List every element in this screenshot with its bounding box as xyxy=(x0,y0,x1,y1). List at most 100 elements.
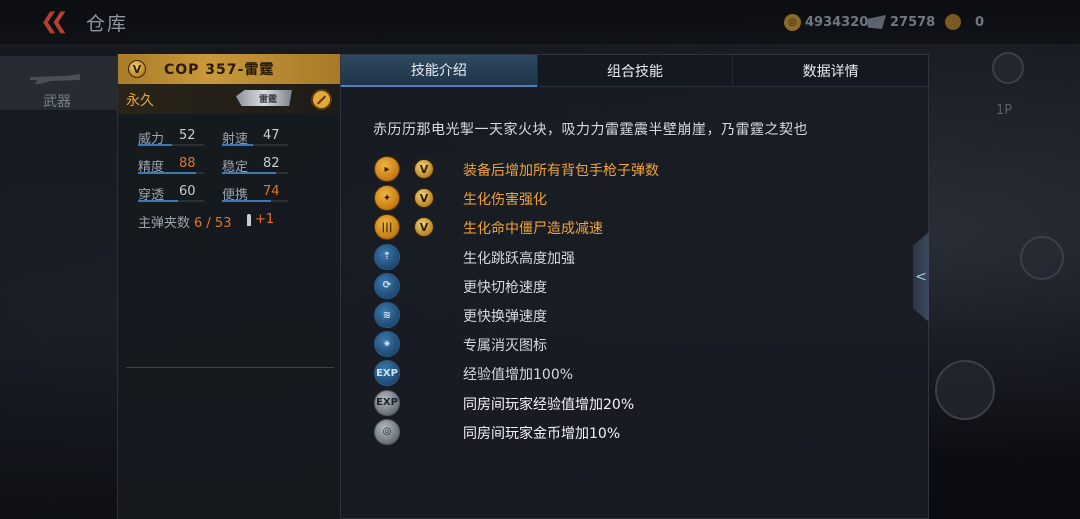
side-nav-weapons[interactable]: 武器 xyxy=(0,56,118,110)
room-exp-icon: EXP xyxy=(374,389,400,416)
rank-v-icon: V xyxy=(414,217,434,238)
stat-0: 威力 52 xyxy=(138,128,210,148)
stat-bar-fill xyxy=(222,200,271,202)
skill-text: 生化跳跃高度加强 xyxy=(463,250,575,267)
gold-value: 4934320 xyxy=(805,14,869,30)
weapon-description: 赤历历那电光掣一天家火块，吸力力雷霆震半壁崩崖，乃雷霆之契也 xyxy=(373,122,808,138)
bullet-icon xyxy=(247,214,251,226)
rank-v-icon: V xyxy=(414,188,434,209)
stat-bar-fill xyxy=(222,172,277,174)
medal-counter: 0 xyxy=(945,12,984,32)
skill-row: ◎ 同房间玩家金币增加10% xyxy=(374,418,874,445)
skill-text: 装备后增加所有背包手枪子弹数 xyxy=(463,163,659,179)
ticket-value: 27578 xyxy=(890,14,936,30)
stat-value: 88 xyxy=(179,156,196,171)
no-trade-icon[interactable] xyxy=(311,89,332,110)
stat-4: 穿透 60 xyxy=(138,184,210,204)
stat-value: 60 xyxy=(179,184,196,199)
skill-text: 生化命中僵尸造成减速 xyxy=(463,221,603,238)
stat-value: 52 xyxy=(179,128,196,143)
reload-icon: ≋ xyxy=(374,302,400,328)
pistol-ammo-icon: ▸ xyxy=(374,156,400,182)
weapon-header: V COP 357-雷霆 xyxy=(118,54,340,84)
skill-text: 经验值增加100% xyxy=(463,367,574,384)
weapon-duration: 永久 xyxy=(126,93,154,109)
skill-row: ✦ V 生化伤害强化 xyxy=(374,185,874,212)
weapon-switch-icon: ⟳ xyxy=(374,272,400,299)
skill-row: ✷ 专属消灭图标 xyxy=(374,331,874,358)
magazine-value: 6 / 53 xyxy=(194,216,232,231)
room-gold-icon: ◎ xyxy=(374,418,400,445)
magazine-bonus: +1 xyxy=(255,212,275,227)
dpad-button[interactable] xyxy=(992,52,1024,84)
weapon-thumbnail: 雷霆 xyxy=(236,90,292,106)
tab-combo-skills[interactable]: 组合技能 xyxy=(536,55,733,87)
stat-3: 稳定 82 xyxy=(222,156,294,176)
collapse-panel-button[interactable]: < xyxy=(913,232,929,322)
skill-row: ||| V 生化命中僵尸造成减速 xyxy=(374,214,874,241)
skill-row: ⟳ 更快切枪速度 xyxy=(374,272,874,299)
stat-bar xyxy=(138,144,204,146)
magazine-info: 主弹夹数 6 / 53 xyxy=(138,212,231,231)
weapon-subheader: 永久 雷霆 xyxy=(118,84,340,114)
rank-v-icon: V xyxy=(128,60,146,78)
ticket-icon xyxy=(866,15,886,29)
skill-row: ⇡ 生化跳跃高度加强 xyxy=(374,243,874,270)
stat-value: 82 xyxy=(263,156,280,171)
weapon-panel: V COP 357-雷霆 永久 雷霆 威力 52 射速 47 精度 88 稳定 82 穿透 60 便… xyxy=(117,54,340,519)
stat-bar-fill xyxy=(138,172,197,174)
zoom-button[interactable] xyxy=(935,360,995,420)
weapon-name: COP 357-雷霆 xyxy=(164,62,275,78)
stat-value: 74 xyxy=(263,184,280,199)
tab-skill-intro[interactable]: 技能介绍 xyxy=(341,55,537,87)
top-bar: ❮❮ 仓库 ◎ 4934320 27578 0 xyxy=(0,0,1080,44)
rifle-icon xyxy=(30,74,80,84)
medal-value: 0 xyxy=(975,14,985,30)
weapon-thumb-label: 雷霆 xyxy=(258,94,277,105)
biohazard-damage-icon: ✦ xyxy=(374,185,400,212)
ticket-counter: 27578 xyxy=(866,12,935,32)
rotate-button[interactable] xyxy=(1020,236,1064,280)
stat-2: 精度 88 xyxy=(138,156,210,176)
page-title: 仓库 xyxy=(86,13,129,35)
chevron-left-icon: < xyxy=(915,269,927,285)
tab-bar: 技能介绍 组合技能 数据详情 xyxy=(341,55,929,87)
stat-bar-fill xyxy=(222,144,254,146)
side-nav-label: 武器 xyxy=(43,94,71,110)
stat-bar xyxy=(222,200,288,202)
jump-boost-icon: ⇡ xyxy=(374,243,400,270)
skill-row: EXP 同房间玩家经验值增加20% xyxy=(374,389,874,416)
back-button[interactable]: ❮❮ xyxy=(40,10,74,34)
skill-row: EXP 经验值增加100% xyxy=(374,360,874,387)
skill-text: 更快切枪速度 xyxy=(463,279,547,296)
stat-1: 射速 47 xyxy=(222,128,294,148)
stat-bar-fill xyxy=(138,144,173,146)
stat-bar xyxy=(138,172,204,174)
tab-data-details[interactable]: 数据详情 xyxy=(732,55,929,87)
magazine-label: 主弹夹数 xyxy=(138,216,191,231)
skill-text: 更快换弹速度 xyxy=(463,309,547,325)
skill-row: ≋ 更快换弹速度 xyxy=(374,302,874,328)
slow-zombie-icon: ||| xyxy=(374,214,400,241)
gold-counter: ◎ 4934320 xyxy=(784,12,868,32)
skill-text: 生化伤害强化 xyxy=(463,192,547,209)
stat-bar-fill xyxy=(138,200,178,202)
skill-text: 同房间玩家经验值增加20% xyxy=(463,396,635,413)
back-arrow-icon: ❮❮ xyxy=(40,9,69,34)
stat-value: 47 xyxy=(263,128,280,143)
elimination-mark-icon: ✷ xyxy=(374,331,400,358)
stat-bar xyxy=(138,200,204,202)
medal-icon xyxy=(945,14,961,30)
skill-text: 专属消灭图标 xyxy=(463,338,547,355)
stat-bar xyxy=(222,144,288,146)
divider xyxy=(126,367,334,368)
skill-text: 同房间玩家金币增加10% xyxy=(463,425,621,442)
skill-panel: 技能介绍 组合技能 数据详情 赤历历那电光掣一天家火块，吸力力雷霆震半壁崩崖，乃… xyxy=(340,54,929,519)
stat-bar xyxy=(222,172,288,174)
exp-boost-icon: EXP xyxy=(374,360,400,387)
gold-coin-icon: ◎ xyxy=(784,13,801,31)
stat-5: 便携 74 xyxy=(222,184,294,204)
view-toggle-label[interactable]: 1P xyxy=(996,103,1012,118)
skill-row: ▸ V 装备后增加所有背包手枪子弹数 xyxy=(374,156,874,182)
rank-v-icon: V xyxy=(414,159,434,179)
